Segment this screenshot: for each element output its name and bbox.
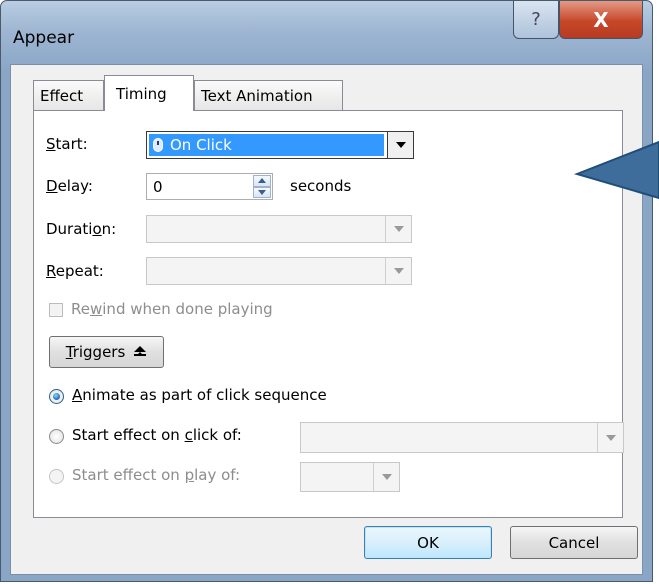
- repeat-label: Repeat:: [46, 262, 104, 280]
- duration-label: Duration:: [46, 220, 117, 238]
- chevron-down-icon: [385, 258, 411, 284]
- animate-sequence-radio[interactable]: [49, 389, 64, 404]
- delay-unit: seconds: [290, 177, 352, 195]
- triggers-label: Triggers: [65, 343, 126, 361]
- help-icon: ?: [531, 9, 541, 30]
- help-button[interactable]: ?: [513, 1, 559, 39]
- ok-button[interactable]: OK: [364, 526, 492, 559]
- timing-panel: Start: On Click Delay: seconds Duration:: [33, 110, 624, 518]
- start-on-play-label: Start effect on play of:: [72, 466, 241, 484]
- click-object-dropdown[interactable]: [300, 422, 624, 453]
- chevron-down-icon[interactable]: [387, 132, 413, 158]
- start-on-click-label: Start effect on click of:: [72, 426, 242, 444]
- delay-label: Delay:: [46, 177, 93, 195]
- tab-timing[interactable]: Timing: [104, 75, 194, 111]
- arrow-down-icon: [258, 189, 266, 195]
- arrow-up-icon: [258, 178, 266, 184]
- chevron-down-icon: [385, 216, 411, 242]
- start-selected-value: On Click: [149, 134, 384, 156]
- start-on-play-radio[interactable]: [49, 469, 64, 484]
- spin-up-button[interactable]: [253, 175, 271, 187]
- start-on-click-radio[interactable]: [49, 429, 64, 444]
- duration-dropdown[interactable]: [146, 215, 412, 243]
- cancel-button[interactable]: Cancel: [510, 526, 638, 559]
- start-value: On Click: [170, 136, 232, 154]
- collapse-up-icon: [134, 346, 147, 356]
- delay-stepper[interactable]: [146, 173, 273, 200]
- play-object-dropdown[interactable]: [300, 462, 400, 492]
- spin-down-button[interactable]: [253, 186, 271, 198]
- dialog-title: Appear: [13, 28, 75, 48]
- rewind-label: Rewind when done playing: [71, 300, 273, 318]
- animate-sequence-label: Animate as part of click sequence: [72, 386, 327, 404]
- appear-dialog: Appear ? X Effect Timing Text Animation …: [0, 0, 653, 582]
- rewind-checkbox[interactable]: [49, 303, 63, 317]
- triggers-button[interactable]: Triggers: [49, 336, 164, 368]
- mouse-icon: [153, 138, 163, 152]
- tab-text-animation[interactable]: Text Animation: [194, 80, 343, 110]
- tab-effect[interactable]: Effect: [33, 80, 104, 110]
- dialog-body: Effect Timing Text Animation Start: On C…: [10, 64, 643, 575]
- close-button[interactable]: X: [559, 1, 643, 39]
- delay-input[interactable]: [151, 177, 225, 197]
- start-dropdown[interactable]: On Click: [146, 131, 414, 159]
- delay-spin-buttons: [253, 175, 271, 198]
- chevron-down-icon: [597, 423, 623, 452]
- repeat-dropdown[interactable]: [146, 257, 412, 285]
- callout-arrow-icon: [573, 140, 659, 200]
- close-icon: X: [593, 7, 609, 32]
- chevron-down-icon: [373, 463, 399, 491]
- start-label: Start:: [46, 135, 88, 153]
